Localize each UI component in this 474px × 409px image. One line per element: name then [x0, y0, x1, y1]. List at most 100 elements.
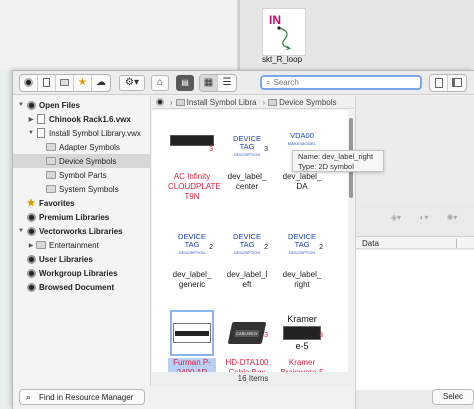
render-dropdown-button[interactable]: ◐▾ — [414, 211, 434, 223]
symbol-label: Kramer Brainware-5 — [280, 358, 323, 372]
disclosure-triangle-icon[interactable]: ▼ — [17, 228, 25, 234]
cube-icon: ◈▾ — [390, 212, 402, 222]
path-root[interactable] — [152, 98, 164, 106]
data-column-header[interactable]: Data — [356, 236, 474, 249]
folder-icon — [46, 170, 56, 180]
cloud-icon: ☁ — [96, 77, 106, 88]
sidebar-item-favorites[interactable]: ★ Favorites — [13, 196, 151, 210]
symbol-thumbnail: DEVICE TAG DESCRIPTION — [280, 222, 324, 268]
select-button[interactable]: Selec — [432, 389, 474, 405]
find-in-resource-manager-button[interactable]: ⌕ Find in Resource Manager — [19, 389, 145, 405]
symbol-thumbnail: Kramer e-5 — [280, 310, 324, 356]
path-crumb-library[interactable]: Install Symbol Libra — [175, 98, 256, 107]
all-libraries-button[interactable] — [20, 74, 38, 91]
user-filter-button[interactable]: ☁ — [92, 75, 110, 91]
home-button[interactable]: ⌂ — [151, 74, 169, 91]
star-icon: ★ — [26, 197, 36, 209]
info-panel: ◈▾ ◐▾ ✺▾ Data — [355, 96, 474, 409]
sidebar-icon: ▤ — [181, 78, 189, 87]
sidebar-item-user-libraries[interactable]: User Libraries — [13, 252, 151, 266]
target-icon — [26, 226, 36, 236]
target-icon — [26, 254, 36, 264]
sidebar-item-workgroup-libraries[interactable]: Workgroup Libraries — [13, 266, 151, 280]
cable-box-text: CABLEBOX — [234, 329, 260, 337]
home-icon: ⌂ — [156, 77, 164, 88]
list-icon: ☰ — [222, 77, 232, 88]
sidebar-item-label: Vectorworks Libraries — [39, 226, 123, 236]
sidebar-item-open-files[interactable]: ▼ Open Files — [13, 98, 151, 112]
sidebar-item-label: Symbol Parts — [59, 170, 107, 180]
sidebar-item-adapter-symbols[interactable]: Adapter Symbols — [13, 140, 151, 154]
target-icon — [24, 78, 33, 87]
panel-icon — [434, 77, 443, 88]
sidebar-item-premium-libraries[interactable]: Premium Libraries — [13, 210, 151, 224]
tooltip-type: Type: 2D symbol — [298, 162, 354, 171]
vda-tag-title: VDA00 — [290, 131, 314, 140]
symbol-count-badge: 3 — [209, 146, 213, 153]
symbol-tooltip: Name: dev_label_right Type: 2D symbol — [292, 150, 384, 172]
background-symbol-thumbnail[interactable]: IN — [262, 8, 306, 56]
symbol-count-badge: 2 — [264, 244, 268, 251]
sidebar-item-label: Open Files — [39, 100, 80, 110]
sidebar-item-install-symbol-library-vwx[interactable]: ▼ Install Symbol Library.vwx — [13, 126, 151, 140]
sidebar-item-device-symbols[interactable]: Device Symbols — [13, 154, 151, 168]
cable-box-graphic: CABLEBOX — [227, 322, 267, 344]
view-dropdown-button[interactable]: ◈▾ — [386, 211, 406, 223]
symbol-thumbnail: DEVICE TAG DESCRIPTION — [170, 222, 214, 268]
folder-icon — [46, 156, 56, 166]
open-files-filter-button[interactable] — [38, 74, 56, 91]
home-group: ⌂ — [151, 74, 169, 91]
sidebar-item-system-symbols[interactable]: System Symbols — [13, 182, 151, 196]
path-separator-icon: › — [262, 97, 266, 107]
sidebar-toggle-button[interactable]: ▤ — [176, 74, 194, 91]
disclosure-triangle-icon[interactable]: ▼ — [27, 130, 35, 136]
symbol-label: dev_label_ right — [282, 270, 322, 289]
symbol-label: Furman P-2400 AR Power — [168, 358, 216, 372]
sidebar-item-vectorworks-libraries[interactable]: ▼ Vectorworks Libraries — [13, 224, 151, 238]
symbol-thumbnail — [170, 124, 214, 170]
device-tag-title: DEVICE TAG — [233, 134, 261, 151]
sidebar-item-browsed-document[interactable]: Browsed Document — [13, 280, 151, 294]
symbol-thumbnail: DEVICE TAG DESCRIPTION — [225, 124, 269, 170]
symbol-count-badge: 2 — [209, 244, 213, 251]
target-icon — [26, 212, 36, 222]
path-crumb-folder[interactable]: Device Symbols — [268, 98, 337, 107]
star-filter-button[interactable]: ★ — [74, 74, 92, 91]
info-panel-button[interactable] — [448, 75, 466, 91]
settings-menu-button[interactable]: ⚙▾ — [119, 74, 145, 91]
search-field[interactable]: ⌕ — [260, 75, 422, 90]
symbol-thumbnail — [170, 310, 214, 356]
sidebar-item-label: Workgroup Libraries — [39, 268, 118, 278]
search-icon: ⌕ — [266, 77, 271, 87]
sidebar-item-chinook-rack1-6-vwx[interactable]: ▶ Chinook Rack1.6.vwx — [13, 112, 151, 126]
item-count: 16 Items — [152, 372, 354, 386]
device-tag-subtitle: DESCRIPTION — [178, 251, 206, 255]
sidebar-item-symbol-parts[interactable]: Symbol Parts — [13, 168, 151, 182]
document-icon — [43, 78, 50, 87]
device-tag-subtitle: DESCRIPTION — [233, 153, 261, 157]
sidebar-item-label: Install Symbol Library.vwx — [49, 128, 141, 138]
folder-icon — [36, 240, 46, 250]
light-dropdown-button[interactable]: ✺▾ — [442, 211, 462, 223]
disclosure-triangle-icon[interactable]: ▼ — [17, 102, 25, 108]
kramer-top-text: Kramer — [287, 314, 317, 324]
favorites-filter-button[interactable] — [56, 74, 74, 91]
folder-icon — [60, 79, 69, 86]
symbol-label: dev_label_ center — [227, 172, 267, 191]
sidebar-item-label: System Symbols — [59, 184, 119, 194]
column-divider[interactable] — [456, 239, 457, 248]
symbol-thumbnail: CABLEBOX — [225, 310, 269, 356]
preview-panel-button[interactable] — [430, 74, 448, 91]
list-view-button[interactable]: ☰ — [218, 75, 236, 91]
target-icon — [26, 282, 36, 292]
settings-group: ⚙▾ — [119, 74, 145, 91]
grid-view-button[interactable]: ▦ — [200, 74, 218, 91]
disclosure-triangle-icon[interactable]: ▶ — [27, 242, 35, 249]
search-input[interactable] — [273, 78, 404, 87]
symbol-label: dev_label_ generic — [172, 270, 212, 289]
sidebar-item-entertainment[interactable]: ▶ Entertainment — [13, 238, 151, 252]
disclosure-triangle-icon[interactable]: ▶ — [27, 116, 35, 123]
sidebar-item-label: Chinook Rack1.6.vwx — [49, 114, 131, 124]
path-bar: › Install Symbol Libra › Device Symbols — [152, 96, 354, 109]
rack-unit-graphic — [173, 323, 211, 343]
